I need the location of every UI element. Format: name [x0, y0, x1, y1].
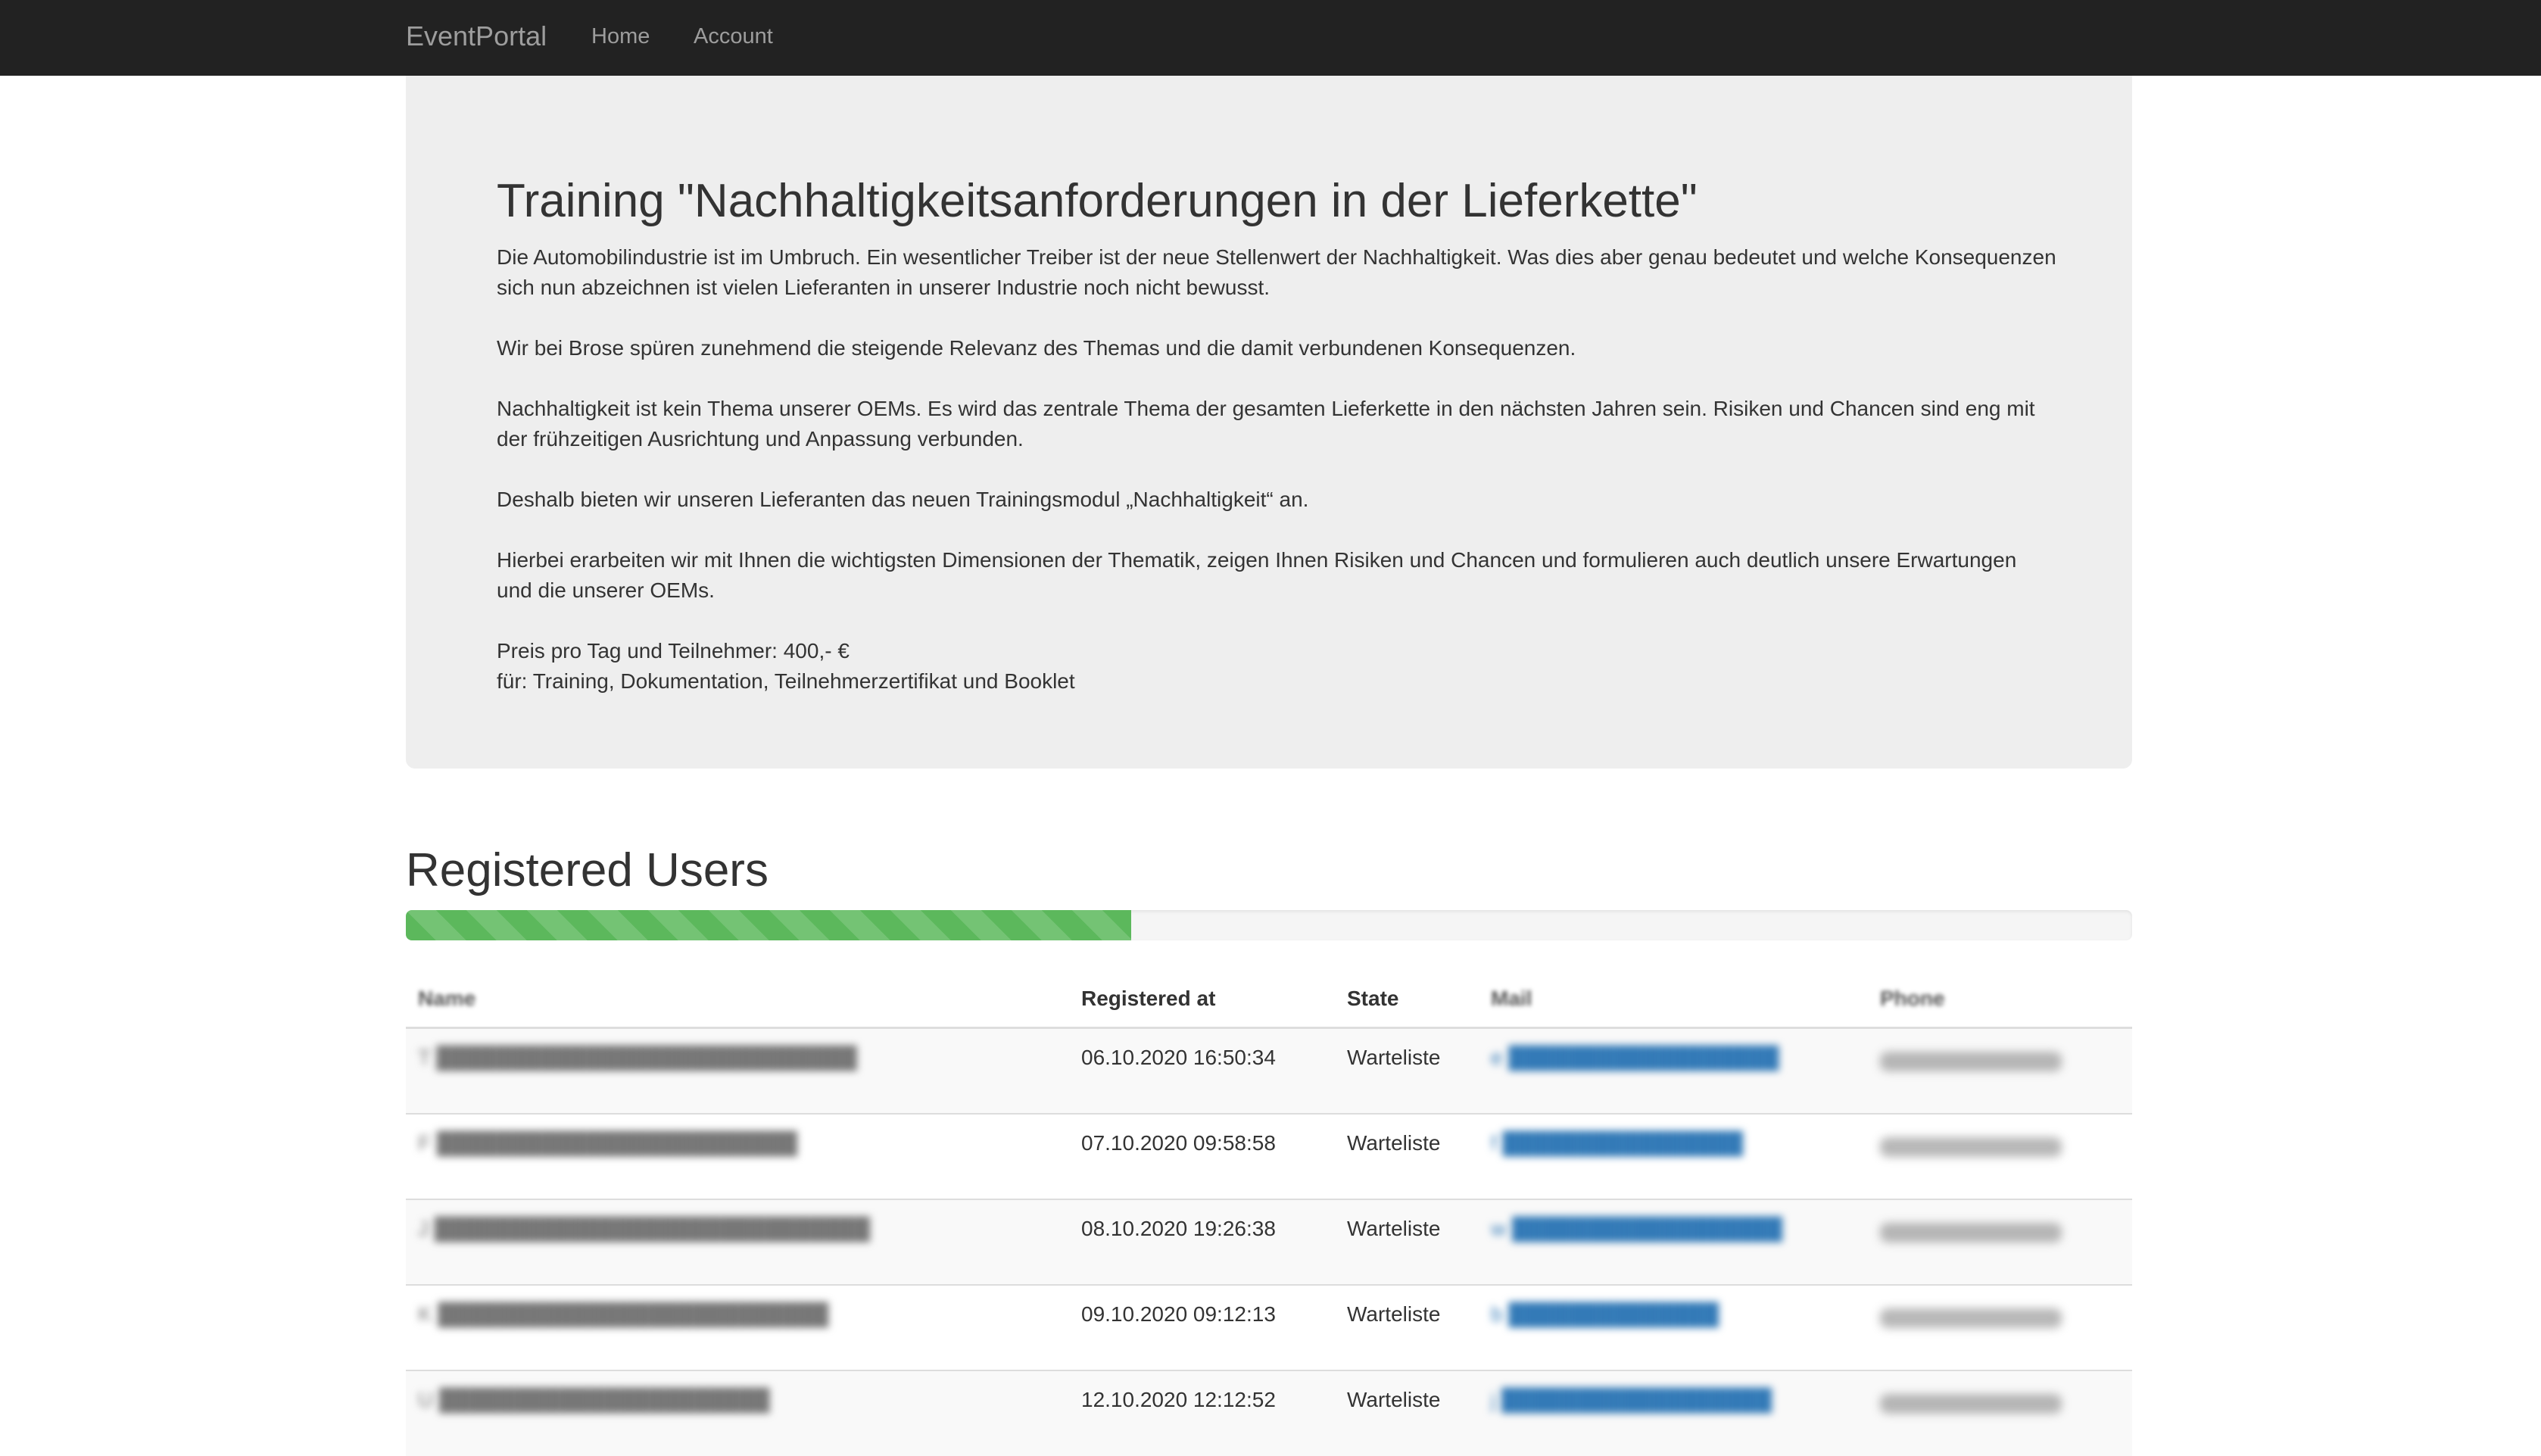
table-row: U ██████████████████████ 12.10.2020 12:1…: [406, 1369, 2132, 1456]
cell-name: K ██████████████████████████: [406, 1283, 1069, 1370]
cell-state: Warteliste: [1335, 1027, 1479, 1114]
table-row: J █████████████████████████████ 08.10.20…: [406, 1198, 2132, 1285]
cell-phone: [1868, 1369, 2132, 1456]
event-jumbotron: Training "Nachhaltigkeitsanforderungen i…: [406, 76, 2132, 769]
top-navbar: EventPortal Home Account: [0, 0, 2541, 76]
cell-registered-at: 08.10.2020 19:26:38: [1069, 1198, 1335, 1285]
cell-phone: [1868, 1283, 2132, 1370]
registered-users-heading: Registered Users: [406, 844, 769, 896]
cell-name: T ████████████████████████████: [406, 1027, 1069, 1114]
column-header-mail: Mail: [1479, 971, 1868, 1029]
cell-name: U ██████████████████████: [406, 1369, 1069, 1456]
cell-phone: [1868, 1198, 2132, 1285]
event-description-p3: Nachhaltigkeit ist kein Thema unserer OE…: [497, 397, 2035, 451]
cell-state: Warteliste: [1335, 1198, 1479, 1285]
cell-state: Warteliste: [1335, 1369, 1479, 1456]
cell-registered-at: 07.10.2020 09:58:58: [1069, 1112, 1335, 1199]
cell-registered-at: 12.10.2020 12:12:52: [1069, 1369, 1335, 1456]
table-row: T ████████████████████████████ 06.10.202…: [406, 1027, 2132, 1114]
nav-link-home[interactable]: Home: [591, 23, 650, 50]
event-price: Preis pro Tag und Teilnehmer: 400,- € fü…: [497, 639, 1075, 693]
table-header-row: Name Registered at State Mail Phone: [406, 971, 2132, 1029]
brand-link[interactable]: EventPortal: [406, 20, 547, 53]
registration-progress-bar: [406, 910, 1131, 940]
cell-registered-at: 09.10.2020 09:12:13: [1069, 1283, 1335, 1370]
column-header-phone: Phone: [1868, 971, 2132, 1029]
table-row: K ██████████████████████████ 09.10.2020 …: [406, 1283, 2132, 1370]
event-title: Training "Nachhaltigkeitsanforderungen i…: [497, 175, 1698, 227]
nav-link-account[interactable]: Account: [694, 23, 773, 50]
column-header-name: Name: [406, 971, 1069, 1029]
cell-name: F ████████████████████████: [406, 1112, 1069, 1199]
cell-mail-link[interactable]: f ████████████████: [1479, 1112, 1868, 1199]
cell-state: Warteliste: [1335, 1283, 1479, 1370]
registered-users-table: Name Registered at State Mail Phone T ██…: [406, 971, 2132, 1456]
cell-registered-at: 06.10.2020 16:50:34: [1069, 1027, 1335, 1114]
column-header-registered-at: Registered at: [1069, 971, 1335, 1029]
cell-mail-link[interactable]: j ██████████████████: [1479, 1369, 1868, 1456]
table-row: F ████████████████████████ 07.10.2020 09…: [406, 1112, 2132, 1199]
cell-mail-link[interactable]: e ██████████████████: [1479, 1027, 1868, 1114]
event-description-p4: Deshalb bieten wir unseren Lieferanten d…: [497, 488, 1309, 511]
cell-phone: [1868, 1112, 2132, 1199]
column-header-state: State: [1335, 971, 1479, 1029]
event-description-p2: Wir bei Brose spüren zunehmend die steig…: [497, 336, 1576, 360]
event-description-p5: Hierbei erarbeiten wir mit Ihnen die wic…: [497, 548, 2017, 602]
cell-phone: [1868, 1027, 2132, 1114]
registration-progress: [406, 910, 2132, 940]
cell-state: Warteliste: [1335, 1112, 1479, 1199]
cell-mail-link[interactable]: w ██████████████████: [1479, 1198, 1868, 1285]
cell-mail-link[interactable]: b ██████████████: [1479, 1283, 1868, 1370]
event-description-p1: Die Automobilindustrie ist im Umbruch. E…: [497, 245, 2056, 299]
cell-name: J █████████████████████████████: [406, 1198, 1069, 1285]
